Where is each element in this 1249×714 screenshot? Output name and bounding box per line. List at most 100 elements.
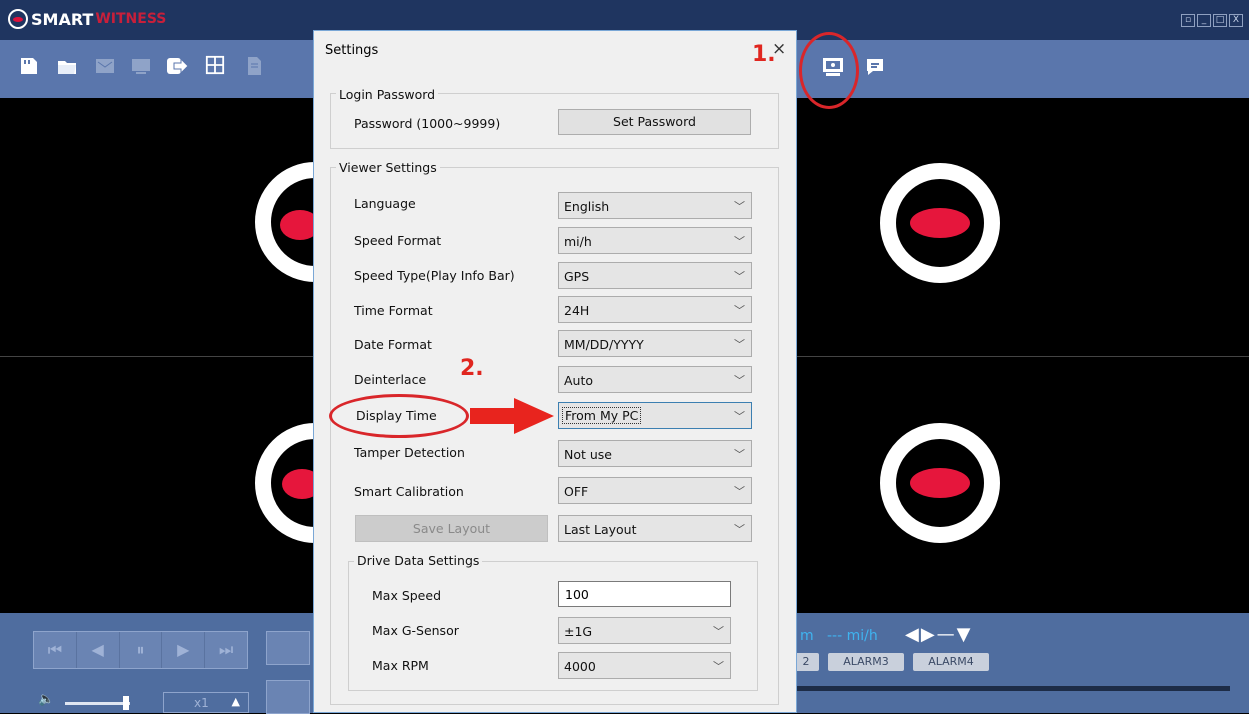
tamper-detection-label: Tamper Detection	[354, 445, 465, 460]
max-speed-label: Max Speed	[372, 588, 442, 603]
chevron-down-icon: ﹀	[734, 338, 745, 351]
step-2-highlight-ellipse	[329, 394, 469, 438]
playback-speed-control[interactable]: x1 ▲	[163, 692, 249, 713]
play-button[interactable]: ▶	[162, 632, 206, 668]
chevron-down-icon: ﹀	[734, 485, 745, 498]
max-speed-input[interactable]: 100	[558, 581, 731, 607]
timeline-progress[interactable]	[797, 686, 1230, 691]
speed-type-value: GPS	[564, 269, 590, 284]
speed-format-label: Speed Format	[354, 233, 442, 248]
logo-text-witness: WITNESS	[95, 11, 167, 27]
speed-format-value: mi/h	[564, 234, 592, 249]
open-folder-icon[interactable]	[56, 56, 78, 76]
deinterlace-value: Auto	[564, 373, 594, 388]
display-time-value: From My PC	[562, 407, 642, 424]
set-password-button[interactable]: Set Password	[558, 109, 751, 135]
dialog-title: Settings	[325, 43, 379, 58]
chevron-down-icon: ﹀	[713, 660, 724, 673]
distance-unit: m	[800, 628, 814, 644]
layout-value: Last Layout	[564, 522, 637, 537]
minimize-button[interactable]: _	[1197, 14, 1211, 27]
chat-icon[interactable]	[864, 57, 886, 77]
email-icon[interactable]	[94, 56, 116, 76]
document-icon[interactable]	[243, 56, 265, 76]
max-gsensor-label: Max G-Sensor	[372, 623, 459, 638]
playback-controls: ⏮ ◀ ⏸ ▶ ⏭	[33, 631, 248, 669]
layout-select[interactable]: Last Layout ﹀	[558, 515, 752, 542]
smart-calibration-select[interactable]: OFF ﹀	[558, 477, 752, 504]
chevron-down-icon: ﹀	[734, 235, 745, 248]
chevron-down-icon: ﹀	[734, 200, 745, 213]
max-rpm-select[interactable]: 4000 ﹀	[558, 652, 731, 679]
step-2-arrow-head-icon	[514, 398, 554, 434]
deinterlace-label: Deinterlace	[354, 372, 427, 387]
step-1-highlight-ellipse	[799, 32, 859, 109]
speed-format-select[interactable]: mi/h ﹀	[558, 227, 752, 254]
logo-icon	[8, 9, 28, 29]
logo-text-smart: SMART	[31, 9, 94, 29]
drive-info-readout: m --- mi/h	[800, 628, 878, 644]
time-format-label: Time Format	[354, 303, 433, 318]
tamper-detection-select[interactable]: Not use ﹀	[558, 440, 752, 467]
restore-button[interactable]: ▫	[1181, 14, 1195, 27]
language-label: Language	[354, 196, 416, 211]
volume-slider-handle[interactable]	[123, 696, 129, 710]
no-signal-lens-icon	[910, 468, 970, 498]
maximize-button[interactable]: □	[1213, 14, 1227, 27]
drive-data-legend: Drive Data Settings	[354, 553, 483, 568]
language-value: English	[564, 199, 610, 214]
alarm3-button[interactable]: ALARM3	[828, 653, 904, 671]
alarm4-button[interactable]: ALARM4	[913, 653, 989, 671]
tamper-detection-value: Not use	[564, 447, 612, 462]
chevron-down-icon: ﹀	[734, 270, 745, 283]
display-time-select[interactable]: From My PC ﹀	[558, 402, 752, 429]
viewer-settings-legend: Viewer Settings	[336, 160, 440, 175]
chevron-down-icon: ﹀	[734, 410, 745, 423]
step-1-annotation: 1.	[752, 42, 776, 67]
password-label: Password (1000~9999)	[354, 116, 501, 131]
volume-slider[interactable]	[65, 702, 130, 705]
max-speed-value: 100	[565, 587, 589, 602]
save-layout-button[interactable]: Save Layout	[355, 515, 548, 542]
chevron-down-icon: ﹀	[734, 448, 745, 461]
smart-calibration-label: Smart Calibration	[354, 484, 464, 499]
date-format-value: MM/DD/YYYY	[564, 337, 644, 352]
chevron-down-icon: ﹀	[734, 374, 745, 387]
date-format-label: Date Format	[354, 337, 432, 352]
deinterlace-select[interactable]: Auto ﹀	[558, 366, 752, 393]
language-select[interactable]: English ﹀	[558, 192, 752, 219]
max-gsensor-value: ±1G	[564, 624, 593, 639]
app-logo: SMART WITNESS	[8, 9, 166, 29]
speed-type-select[interactable]: GPS ﹀	[558, 262, 752, 289]
skip-start-button[interactable]: ⏮	[34, 632, 77, 668]
login-password-legend: Login Password	[336, 87, 439, 102]
step-back-button[interactable]: ◀	[77, 632, 120, 668]
speed-up-icon[interactable]: ▲	[232, 695, 240, 708]
skip-end-button[interactable]: ⏭	[205, 632, 247, 668]
record-button[interactable]	[266, 680, 310, 714]
speed-readout: --- mi/h	[827, 628, 878, 644]
chevron-down-icon: ﹀	[734, 523, 745, 536]
volume-icon[interactable]: 🔈	[38, 692, 54, 707]
max-rpm-value: 4000	[564, 659, 596, 674]
grid-layout-icon[interactable]	[204, 55, 226, 75]
step-2-arrow-icon	[470, 408, 518, 424]
step-2-annotation: 2.	[460, 356, 484, 381]
speed-type-label: Speed Type(Play Info Bar)	[354, 268, 515, 283]
no-signal-lens-icon	[910, 208, 970, 238]
playback-speed-value: x1	[194, 696, 209, 710]
monitor-icon[interactable]	[130, 56, 152, 76]
smart-calibration-value: OFF	[564, 484, 589, 499]
chevron-down-icon: ﹀	[734, 304, 745, 317]
close-window-button[interactable]: X	[1229, 14, 1243, 27]
time-format-select[interactable]: 24H ﹀	[558, 296, 752, 323]
sd-card-icon[interactable]	[18, 56, 40, 76]
max-gsensor-select[interactable]: ±1G ﹀	[558, 617, 731, 644]
export-arrow-icon[interactable]	[166, 56, 188, 76]
settings-dialog: Settings × Login Password Password (1000…	[313, 30, 797, 713]
snapshot-button[interactable]	[266, 631, 310, 665]
pause-button[interactable]: ⏸	[120, 632, 163, 668]
direction-arrows-icon: ◀▶—▼	[905, 624, 973, 645]
max-rpm-label: Max RPM	[372, 658, 429, 673]
date-format-select[interactable]: MM/DD/YYYY ﹀	[558, 330, 752, 357]
